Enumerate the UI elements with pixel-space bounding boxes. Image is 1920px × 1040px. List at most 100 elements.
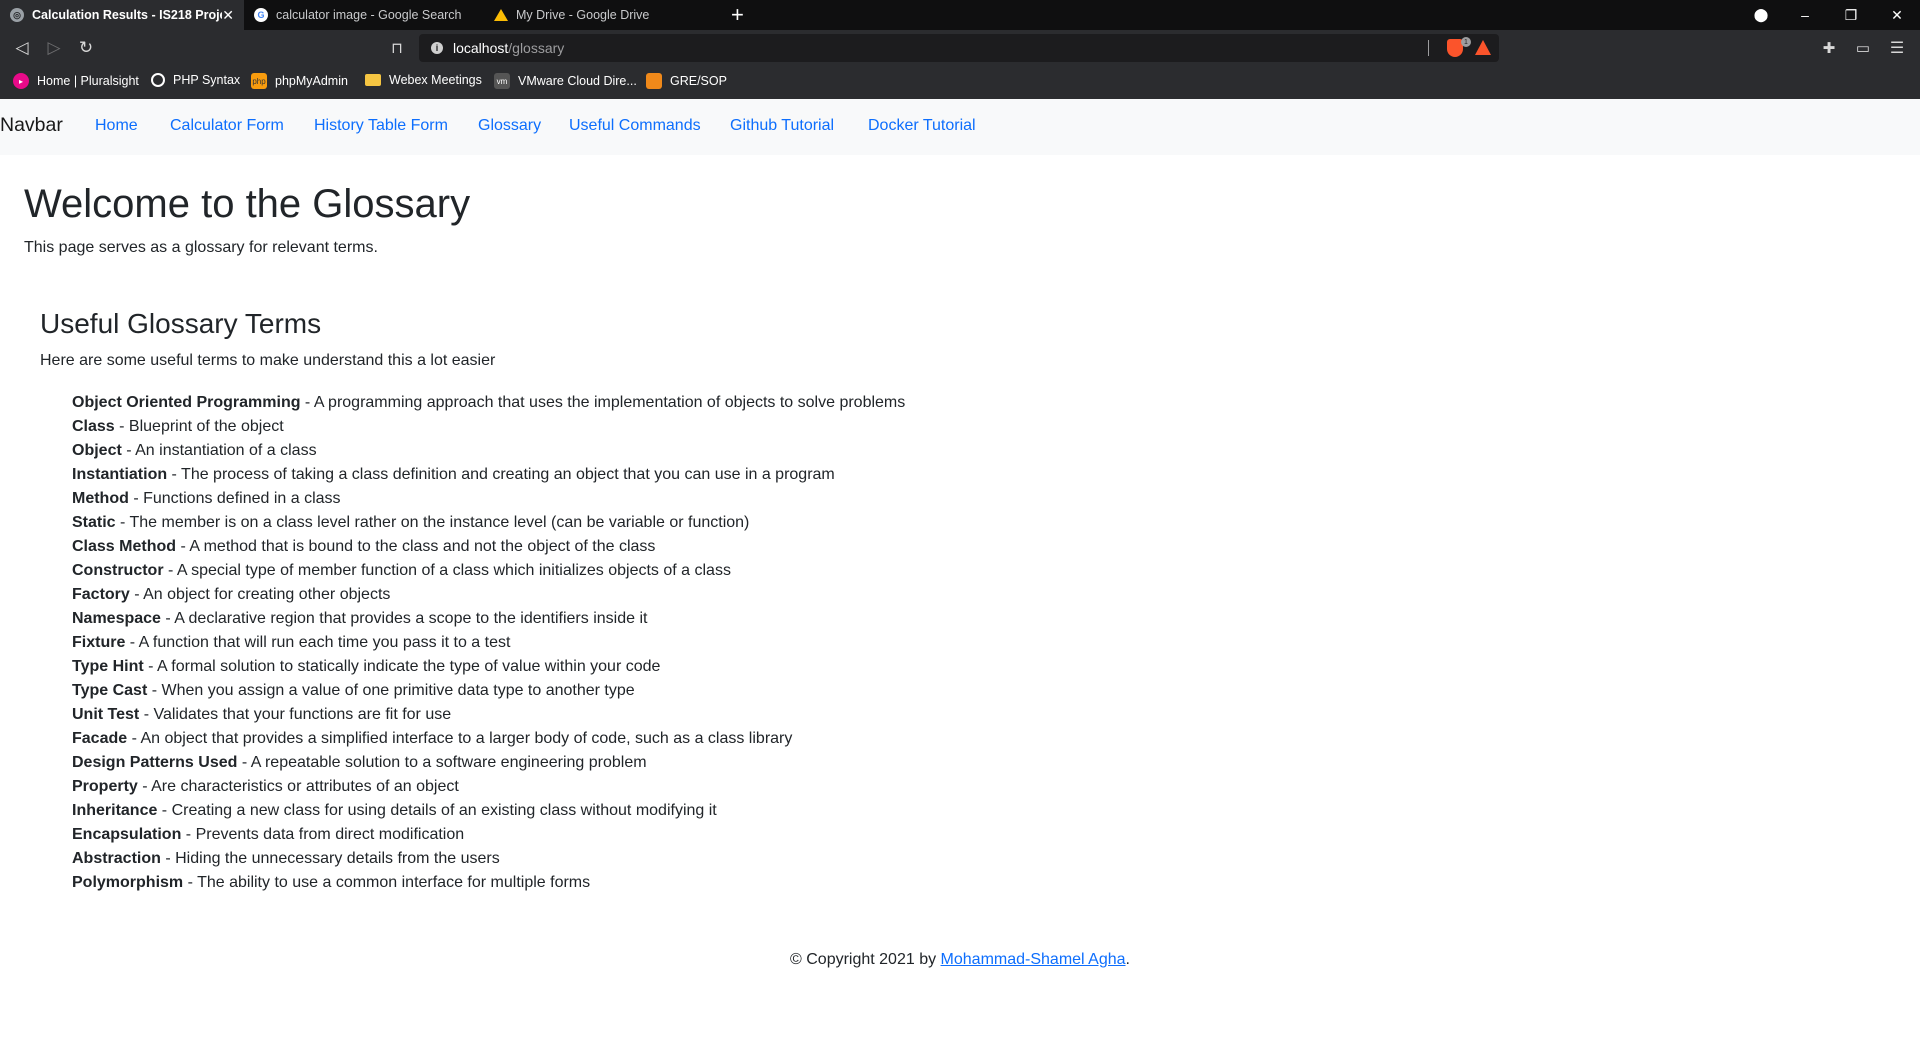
browser-chrome: ◎ Calculation Results - IS218 Project ✕ … bbox=[0, 0, 1920, 99]
address-bar[interactable]: i localhost/glossary 1 bbox=[419, 34, 1499, 62]
close-tab-icon[interactable]: ✕ bbox=[222, 7, 234, 24]
glossary-term: Facade bbox=[72, 730, 128, 747]
glossary-definition: - Are characteristics or attributes of a… bbox=[137, 778, 459, 795]
nav-link-useful-commands[interactable]: Useful Commands bbox=[569, 117, 701, 135]
globe-icon: ◎ bbox=[10, 8, 24, 22]
tab-google-drive[interactable]: My Drive - Google Drive bbox=[484, 0, 724, 30]
glossary-term-row: Type Hint - A formal solution to statica… bbox=[72, 655, 1172, 679]
glossary-definition: - A special type of member function of a… bbox=[163, 562, 731, 579]
bookmark-pluralsight[interactable]: ▸ Home | Pluralsight bbox=[13, 73, 139, 89]
nav-link-history-table-form[interactable]: History Table Form bbox=[314, 117, 448, 135]
glossary-term-row: Polymorphism - The ability to use a comm… bbox=[72, 871, 1172, 895]
glossary-definition: - A function that will run each time you… bbox=[125, 634, 511, 651]
address-host: localhost bbox=[453, 40, 509, 56]
glossary-definition: - Blueprint of the object bbox=[114, 418, 284, 435]
page-title: Welcome to the Glossary bbox=[24, 182, 471, 226]
glossary-definition: - A repeatable solution to a software en… bbox=[237, 754, 647, 771]
glossary-definition: - A method that is bound to the class an… bbox=[176, 538, 656, 555]
nav-link-github-tutorial[interactable]: Github Tutorial bbox=[730, 117, 834, 135]
glossary-term-row: Static - The member is on a class level … bbox=[72, 511, 1172, 535]
profile-menu-icon[interactable]: ⬤ bbox=[1738, 0, 1784, 30]
navbar-brand[interactable]: Navbar bbox=[0, 114, 63, 137]
browser-toolbar: ◁ ▷ ↻ ⊓ i localhost/glossary 1 ✚ ▭ ☰ bbox=[0, 30, 1920, 66]
glossary-definition: - The ability to use a common interface … bbox=[183, 874, 591, 891]
glossary-term: Object Oriented Programming bbox=[72, 394, 301, 411]
brave-rewards-icon[interactable] bbox=[1475, 40, 1491, 55]
forward-icon[interactable]: ▷ bbox=[43, 37, 65, 59]
bookmark-label: phpMyAdmin bbox=[275, 74, 348, 88]
back-icon[interactable]: ◁ bbox=[11, 37, 33, 59]
tab-calculation-results[interactable]: ◎ Calculation Results - IS218 Project ✕ bbox=[0, 0, 244, 30]
glossary-term-row: Object - An instantiation of a class bbox=[72, 439, 1172, 463]
footer-copyright: © Copyright 2021 by bbox=[790, 951, 941, 968]
circle-icon bbox=[151, 73, 165, 87]
bookmark-gre-sop[interactable]: GRE/SOP bbox=[646, 73, 727, 89]
phpmyadmin-icon: php bbox=[251, 73, 267, 89]
glossary-term: Type Cast bbox=[72, 682, 148, 699]
glossary-term-row: Namespace - A declarative region that pr… bbox=[72, 607, 1172, 631]
folder-icon bbox=[365, 74, 381, 86]
glossary-definition: - A programming approach that uses the i… bbox=[300, 394, 906, 411]
glossary-term-row: Design Patterns Used - A repeatable solu… bbox=[72, 751, 1172, 775]
bookmark-webex[interactable]: Webex Meetings bbox=[365, 73, 482, 87]
bookmark-php-syntax[interactable]: PHP Syntax bbox=[151, 73, 240, 87]
glossary-term: Factory bbox=[72, 586, 130, 603]
tab-title: Calculation Results - IS218 Project bbox=[32, 8, 222, 22]
nav-link-home[interactable]: Home bbox=[95, 117, 138, 135]
bookmarks-bar: ▸ Home | Pluralsight PHP Syntax php phpM… bbox=[0, 66, 1920, 99]
glossary-definition: - Functions defined in a class bbox=[128, 490, 341, 507]
glossary-term-row: Instantiation - The process of taking a … bbox=[72, 463, 1172, 487]
section-description: Here are some useful terms to make under… bbox=[40, 352, 496, 369]
menu-icon[interactable]: ☰ bbox=[1886, 37, 1908, 59]
close-window-button[interactable]: ✕ bbox=[1874, 0, 1920, 30]
glossary-term: Property bbox=[72, 778, 138, 795]
glossary-term-row: Unit Test - Validates that your function… bbox=[72, 703, 1172, 727]
nav-link-calculator-form[interactable]: Calculator Form bbox=[170, 117, 284, 135]
glossary-term-row: Type Cast - When you assign a value of o… bbox=[72, 679, 1172, 703]
reload-icon[interactable]: ↻ bbox=[75, 37, 97, 59]
tab-title: My Drive - Google Drive bbox=[516, 8, 650, 22]
bookmark-label: PHP Syntax bbox=[173, 73, 241, 87]
glossary-definition: - The member is on a class level rather … bbox=[115, 514, 750, 531]
glossary-term-row: Constructor - A special type of member f… bbox=[72, 559, 1172, 583]
glossary-term-row: Facade - An object that provides a simpl… bbox=[72, 727, 1172, 751]
glossary-definition: - An instantiation of a class bbox=[121, 442, 317, 459]
bookmark-page-icon[interactable]: ⊓ bbox=[386, 37, 408, 59]
restore-button[interactable]: ❐ bbox=[1828, 0, 1874, 30]
bookmark-label: GRE/SOP bbox=[670, 74, 727, 88]
glossary-term-row: Encapsulation - Prevents data from direc… bbox=[72, 823, 1172, 847]
tab-title: calculator image - Google Search bbox=[276, 8, 462, 22]
minimize-button[interactable]: – bbox=[1782, 0, 1828, 30]
tab-strip: ◎ Calculation Results - IS218 Project ✕ … bbox=[0, 0, 1920, 30]
nav-link-glossary[interactable]: Glossary bbox=[478, 117, 541, 135]
tab-google-search[interactable]: G calculator image - Google Search bbox=[244, 0, 484, 30]
site-info-icon[interactable]: i bbox=[431, 42, 443, 54]
footer: © Copyright 2021 by Mohammad-Shamel Agha… bbox=[0, 951, 1920, 969]
glossary-definition: - A declarative region that provides a s… bbox=[160, 610, 648, 627]
extensions-icon[interactable]: ✚ bbox=[1818, 37, 1840, 59]
wallet-icon[interactable]: ▭ bbox=[1852, 37, 1874, 59]
footer-author-link[interactable]: Mohammad-Shamel Agha bbox=[941, 951, 1126, 968]
glossary-definition: - An object that provides a simplified i… bbox=[127, 730, 793, 747]
bookmark-phpmyadmin[interactable]: php phpMyAdmin bbox=[251, 73, 348, 89]
glossary-definition: - Validates that your functions are fit … bbox=[139, 706, 452, 723]
new-tab-button[interactable]: + bbox=[731, 3, 744, 27]
glossary-term-row: Fixture - A function that will run each … bbox=[72, 631, 1172, 655]
glossary-term: Instantiation bbox=[72, 466, 168, 483]
nav-link-docker-tutorial[interactable]: Docker Tutorial bbox=[868, 117, 976, 135]
glossary-term: Constructor bbox=[72, 562, 164, 579]
glossary-term: Abstraction bbox=[72, 850, 161, 867]
vmware-icon: vm bbox=[494, 73, 510, 89]
glossary-term-row: Factory - An object for creating other o… bbox=[72, 583, 1172, 607]
pluralsight-icon: ▸ bbox=[13, 73, 29, 89]
glossary-term-row: Class - Blueprint of the object bbox=[72, 415, 1172, 439]
glossary-term: Design Patterns Used bbox=[72, 754, 238, 771]
glossary-term-row: Method - Functions defined in a class bbox=[72, 487, 1172, 511]
glossary-definition: - An object for creating other objects bbox=[129, 586, 391, 603]
glossary-term: Namespace bbox=[72, 610, 161, 627]
glossary-definition: - Hiding the unnecessary details from th… bbox=[160, 850, 500, 867]
glossary-definition: - Prevents data from direct modification bbox=[181, 826, 465, 843]
section-title: Useful Glossary Terms bbox=[40, 308, 322, 339]
bookmark-vmware[interactable]: vm VMware Cloud Dire... bbox=[494, 73, 637, 89]
shield-count-badge: 1 bbox=[1461, 37, 1471, 47]
